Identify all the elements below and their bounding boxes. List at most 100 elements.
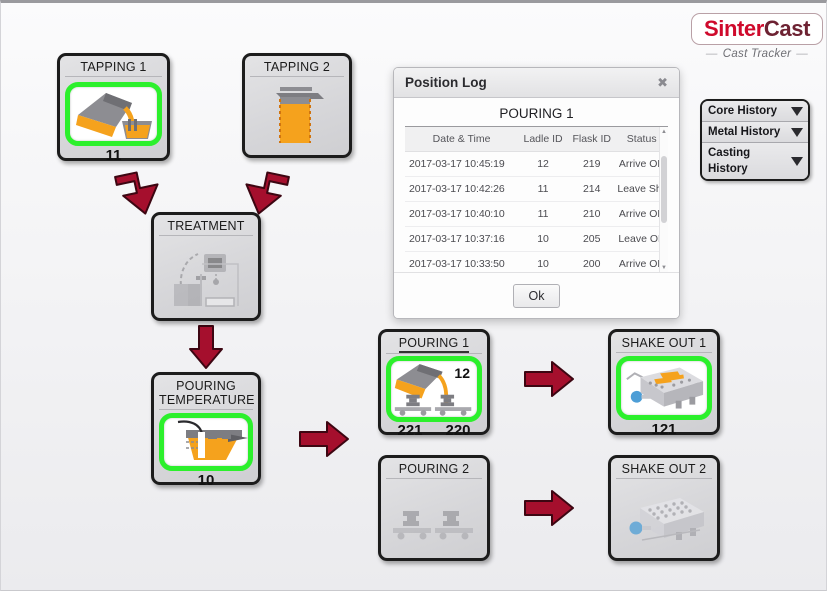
column-header-flask-id: Flask ID — [568, 127, 616, 152]
column-header-datetime: Date & Time — [405, 127, 519, 152]
node-pouring-temperature-title: POURING TEMPERATURE — [159, 379, 255, 410]
dropdown-core-history-label: Core History — [708, 105, 778, 117]
chevron-down-icon — [791, 156, 803, 166]
arrow-treatment-to-pouring-temperature — [189, 325, 223, 369]
cell-ladle-id: 10 — [518, 226, 569, 252]
logo-secondary-text: Cast — [763, 16, 811, 41]
table-row[interactable]: 2017-03-17 10:45:19 12 219 Arrive OK — [405, 151, 668, 177]
dropdown-casting-history[interactable]: Casting History — [702, 143, 808, 179]
arrow-pouring1-to-shakeout1 — [524, 361, 574, 397]
position-log-dialog: Position Log ✖ POURING 1 Date & Time Lad… — [393, 67, 680, 319]
node-pouring-1-count-left: 221 — [397, 422, 423, 439]
table-row[interactable]: 2017-03-17 10:42:26 11 214 Leave Short — [405, 176, 668, 202]
cell-datetime: 2017-03-17 10:45:19 — [405, 151, 519, 177]
position-log-table-wrap: Date & Time Ladle ID Flask ID Status 201… — [405, 127, 668, 272]
close-icon[interactable]: ✖ — [654, 74, 671, 91]
cell-ladle-id: 11 — [518, 176, 569, 202]
cell-ladle-id: 10 — [518, 251, 569, 272]
node-tapping-2[interactable]: TAPPING 2 — [242, 53, 352, 158]
cell-flask-id: 219 — [568, 151, 616, 177]
dropdown-casting-history-label: Casting History — [708, 147, 751, 175]
node-pouring-temperature[interactable]: POURING TEMPERATURE 10 — [151, 372, 261, 489]
tagline-text: Cast Tracker — [722, 48, 792, 60]
empty-carts-icon — [393, 510, 473, 539]
history-menu-group: Core History Metal History Casting Histo… — [700, 99, 810, 181]
dropdown-metal-history-label: Metal History — [708, 126, 781, 138]
dialog-footer: Ok — [394, 272, 679, 318]
node-tapping-1-title: TAPPING 1 — [65, 60, 162, 77]
node-pouring-1[interactable]: POURING 1 12 221 220 — [378, 329, 490, 439]
node-shake-out-1-icon-frame — [616, 356, 712, 420]
tagline-dash-right: — — [796, 48, 809, 60]
node-pouring-1-counts: 221 220 — [386, 422, 482, 439]
shakeout-machine-icon — [629, 497, 704, 541]
dialog-body: POURING 1 Date & Time Ladle ID Flask ID … — [394, 98, 679, 272]
node-tapping-2-title: TAPPING 2 — [250, 60, 344, 77]
cell-flask-id: 214 — [568, 176, 616, 202]
node-pouring-2-title: POURING 2 — [386, 462, 482, 479]
arrow-pouring-temperature-to-pouring1 — [299, 421, 349, 457]
scrollbar-thumb[interactable] — [661, 156, 667, 223]
node-shake-out-2[interactable]: SHAKE OUT 2 — [608, 455, 720, 561]
node-treatment-icon-frame — [159, 241, 253, 313]
node-shake-out-2-icon-frame — [616, 484, 712, 553]
tilting-ladle-icon — [75, 93, 152, 139]
dialog-title: Position Log — [405, 75, 487, 90]
cell-datetime: 2017-03-17 10:42:26 — [405, 176, 519, 202]
node-tapping-1[interactable]: TAPPING 1 11 — [57, 53, 170, 164]
crucible-probe-icon — [177, 420, 248, 460]
dialog-subtitle: POURING 1 — [405, 103, 668, 127]
node-tapping-1-count: 11 — [105, 147, 122, 164]
ok-button[interactable]: Ok — [513, 283, 560, 308]
node-treatment-title: TREATMENT — [159, 219, 253, 236]
sintercast-logo: SinterCast — Cast Tracker — — [691, 13, 823, 60]
node-shake-out-1-count: 121 — [651, 421, 677, 438]
cell-ladle-id: 12 — [518, 151, 569, 177]
arrow-pouring2-to-shakeout2 — [524, 490, 574, 526]
node-pouring-1-count-right: 220 — [445, 422, 471, 439]
node-tapping-2-icon-frame — [250, 82, 344, 150]
chevron-down-icon — [791, 127, 803, 137]
scroll-up-icon[interactable]: ▲ — [660, 127, 668, 136]
position-log-table: Date & Time Ladle ID Flask ID Status 201… — [405, 127, 668, 272]
dropdown-metal-history[interactable]: Metal History — [702, 122, 808, 143]
scroll-down-icon[interactable]: ▼ — [660, 263, 668, 272]
node-pouring-1-ladle-badge: 12 — [454, 365, 470, 381]
cell-ladle-id: 11 — [518, 201, 569, 227]
dropdown-core-history[interactable]: Core History — [702, 101, 808, 122]
node-pouring-1-icon-frame: 12 — [386, 356, 482, 422]
table-row[interactable]: 2017-03-17 10:37:16 10 205 Leave OK — [405, 226, 668, 252]
cell-datetime: 2017-03-17 10:33:50 — [405, 251, 519, 272]
cast-tracker-canvas: SinterCast — Cast Tracker — Core History M… — [0, 0, 827, 591]
tagline-dash-left: — — [705, 48, 718, 60]
logo-wordmark: SinterCast — [691, 13, 823, 45]
dialog-titlebar: Position Log ✖ — [394, 68, 679, 98]
treatment-station-icon — [174, 253, 239, 307]
logo-primary-text: Sinter — [703, 16, 764, 41]
node-tapping-1-icon-frame — [65, 82, 162, 146]
cell-datetime: 2017-03-17 10:40:10 — [405, 201, 519, 227]
table-header-row: Date & Time Ladle ID Flask ID Status — [405, 127, 668, 152]
cell-flask-id: 210 — [568, 201, 616, 227]
node-pouring-temperature-count: 10 — [197, 472, 215, 489]
logo-tagline: — Cast Tracker — — [691, 48, 823, 60]
column-header-ladle-id: Ladle ID — [518, 127, 569, 152]
node-treatment[interactable]: TREATMENT — [151, 212, 261, 321]
table-vertical-scrollbar[interactable]: ▲ ▼ — [659, 127, 668, 272]
node-pouring-temperature-icon-frame — [159, 413, 253, 471]
cell-flask-id: 205 — [568, 226, 616, 252]
chevron-down-icon — [791, 106, 803, 116]
node-shake-out-1-title: SHAKE OUT 1 — [616, 336, 712, 353]
table-row[interactable]: 2017-03-17 10:40:10 11 210 Arrive OK — [405, 201, 668, 227]
shakeout-machine-icon — [626, 367, 704, 409]
cell-datetime: 2017-03-17 10:37:16 — [405, 226, 519, 252]
cell-flask-id: 200 — [568, 251, 616, 272]
node-pouring-1-title: POURING 1 — [386, 336, 482, 354]
node-shake-out-1[interactable]: SHAKE OUT 1 121 — [608, 329, 720, 438]
table-row[interactable]: 2017-03-17 10:33:50 10 200 Arrive OK — [405, 251, 668, 272]
node-pouring-2[interactable]: POURING 2 — [378, 455, 490, 561]
upright-vessel-icon — [276, 87, 324, 143]
node-pouring-2-icon-frame — [386, 484, 482, 553]
node-pouring-1-title-text: POURING 1 — [398, 336, 470, 353]
node-shake-out-2-title: SHAKE OUT 2 — [616, 462, 712, 479]
